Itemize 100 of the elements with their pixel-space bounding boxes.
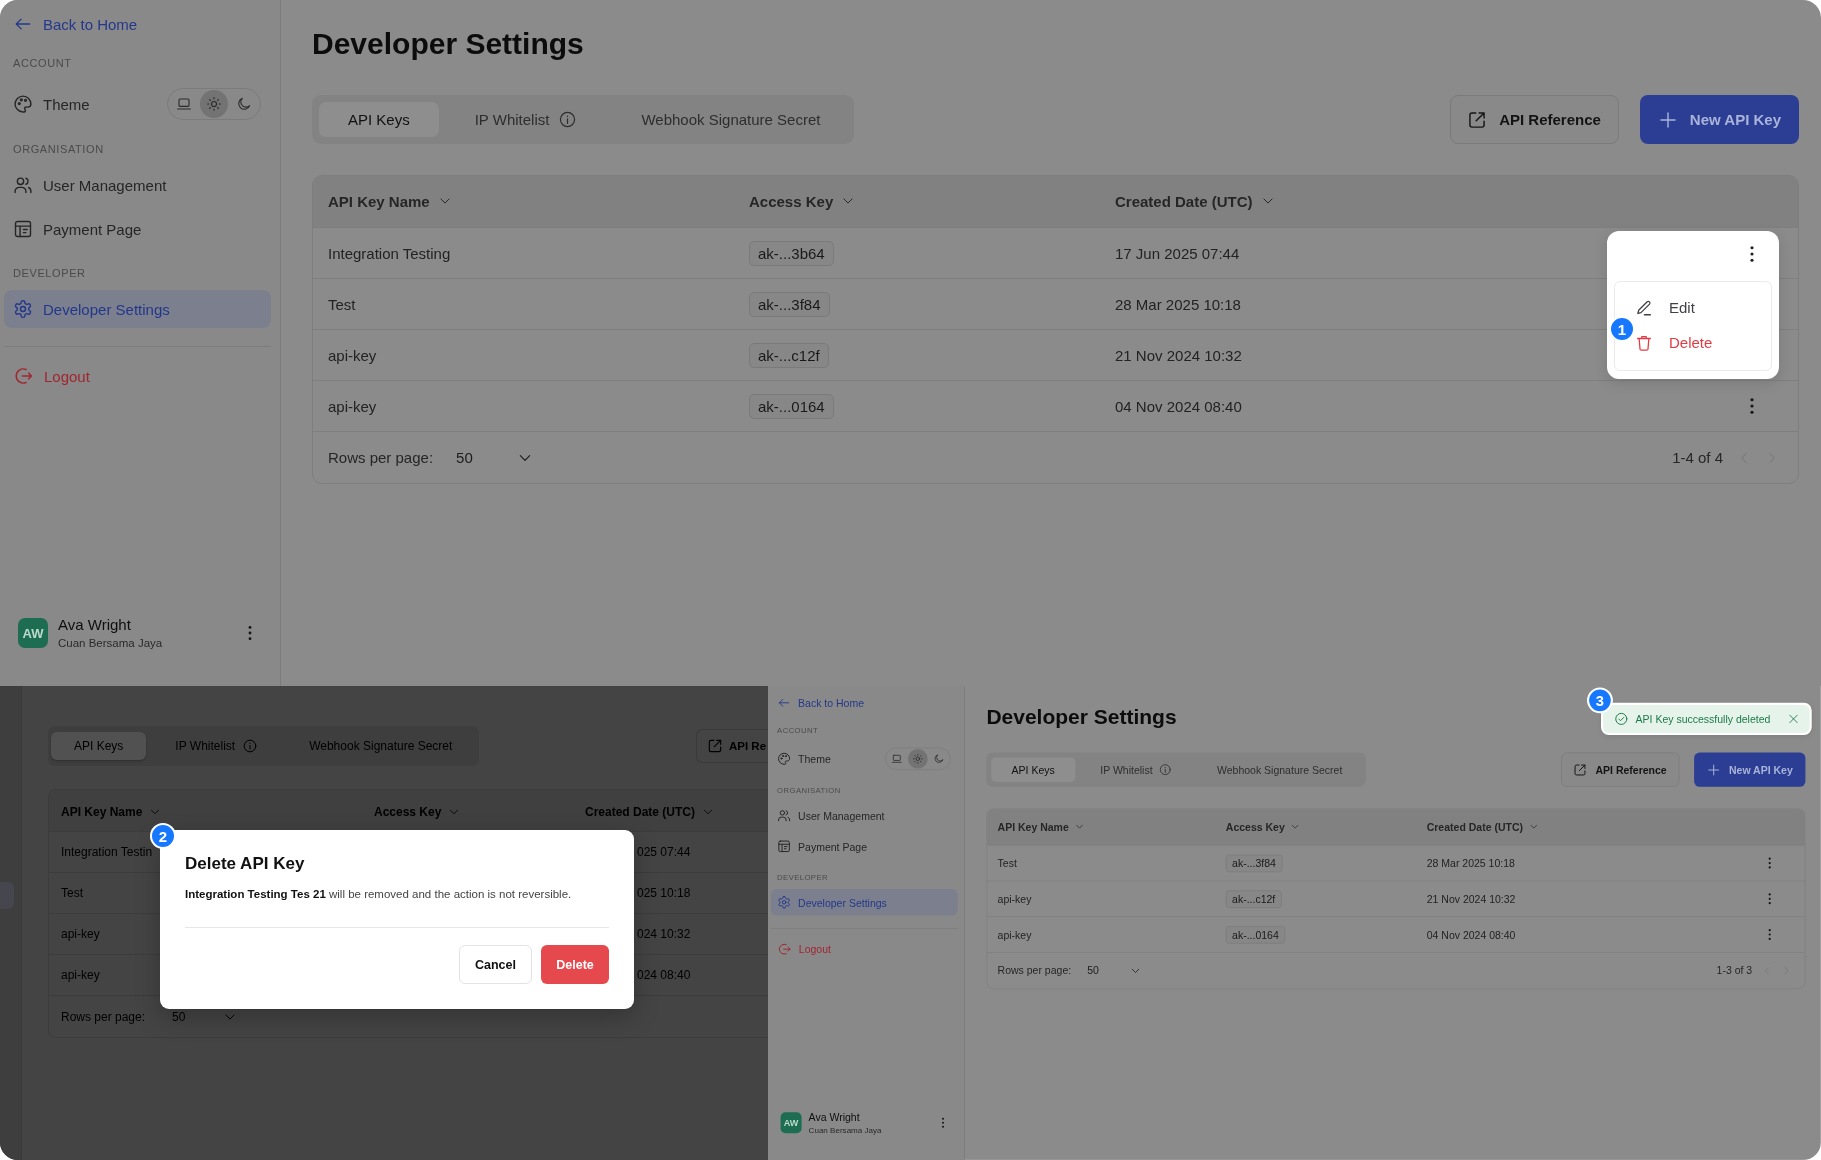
users-icon <box>13 175 33 195</box>
key-name: api-key <box>997 892 1032 905</box>
tab[interactable]: IP Whitelist <box>445 102 606 137</box>
logout-link[interactable]: Logout <box>14 357 90 395</box>
back-link[interactable]: Back to Home <box>14 10 138 38</box>
key-name: Integration Testin <box>61 845 153 859</box>
created-date: 28 Mar 2025 10:18 <box>1426 857 1515 870</box>
sun-icon <box>206 96 222 112</box>
key-name: api-key <box>328 346 377 364</box>
access-key-tag: ak-...0164 <box>1225 925 1286 944</box>
tab[interactable]: Webhook Signature Secret <box>286 732 476 760</box>
palette-icon <box>13 94 33 114</box>
new-key-button[interactable]: New API Key <box>1694 752 1806 787</box>
moon-icon <box>236 96 252 112</box>
sidebar-item[interactable]: Payment Page <box>770 833 958 860</box>
organisation-name: Cuan Bersama Jaya <box>58 636 163 650</box>
page-title: Developer Settings <box>986 703 1177 730</box>
created-date: 21 Nov 2024 10:32 <box>1426 892 1516 905</box>
rows-per-page-select[interactable]: 50 <box>456 449 533 466</box>
access-key-tag: ak-...3b64 <box>749 240 834 266</box>
page-title: Developer Settings <box>312 26 584 62</box>
plus-icon <box>1657 109 1678 130</box>
key-name: api-key <box>61 927 100 941</box>
sidebar-item[interactable]: Payment Page <box>4 210 271 248</box>
tab[interactable]: API Keys <box>319 102 439 137</box>
sidebar-item[interactable]: Developer Settings <box>770 889 958 916</box>
tab[interactable]: IP Whitelist <box>1080 757 1192 782</box>
theme-option[interactable] <box>908 749 928 769</box>
laptop-icon <box>176 96 192 112</box>
column-header[interactable]: API Key Name <box>61 804 162 819</box>
rows-per-page-label: Rows per page: <box>328 449 434 466</box>
created-date: 28 Mar 2025 10:18 <box>1115 295 1241 313</box>
key-name: api-key <box>328 397 377 415</box>
rows-per-page-select[interactable]: 50 <box>1087 964 1141 977</box>
access-key-tag: ak-...3f84 <box>1225 854 1283 872</box>
tab[interactable]: IP Whitelist <box>152 732 281 760</box>
key-name: Test <box>328 295 356 313</box>
column-header[interactable]: API Key Name <box>997 820 1085 833</box>
column-header[interactable]: Created Date (UTC) <box>1426 820 1539 833</box>
section-heading: ACCOUNT <box>13 56 72 70</box>
page-range: 1-4 of 4 <box>1672 449 1723 466</box>
access-key-tag: ak-...c12f <box>1225 890 1282 908</box>
access-key-tag: ak-...0164 <box>749 393 834 419</box>
delete-menu-item[interactable]: Delete <box>1635 325 1721 360</box>
back-link[interactable]: Back to Home <box>777 693 865 713</box>
access-key-tag: ak-...3f84 <box>749 291 830 317</box>
pencil-icon <box>1635 298 1653 317</box>
key-name: api-key <box>61 968 100 982</box>
info-icon <box>559 111 577 128</box>
tab[interactable]: Webhook Signature Secret <box>1196 757 1363 782</box>
key-name: api-key <box>997 928 1032 941</box>
access-key-tag: ak-...c12f <box>749 342 829 368</box>
column-header[interactable]: Created Date (UTC) <box>1115 192 1275 210</box>
created-date: 04 Nov 2024 08:40 <box>1426 928 1516 941</box>
theme-label: Theme <box>43 95 90 113</box>
logout-icon <box>14 366 34 386</box>
column-header[interactable]: Access Key <box>1225 820 1301 833</box>
tab[interactable]: API Keys <box>991 757 1076 782</box>
dialog-message: Integration Testing Tes 21 will be removed and the action is not reversible. <box>185 887 572 902</box>
section-heading: DEVELOPER <box>13 266 86 280</box>
new-key-button[interactable]: New API Key <box>1639 95 1799 144</box>
created-date: 04 Nov 2024 08:40 <box>1115 397 1242 415</box>
theme-label: Theme <box>798 752 831 765</box>
gear-icon <box>13 299 33 319</box>
avatar: AW <box>780 1112 802 1134</box>
created-date: 024 08:40 <box>637 968 691 982</box>
delete-button[interactable]: Delete <box>541 945 609 984</box>
sidebar-item[interactable]: User Management <box>770 802 958 829</box>
column-header[interactable]: Created Date (UTC) <box>585 804 714 819</box>
edit-menu-item[interactable]: Edit <box>1635 290 1703 325</box>
key-name: Integration Testing <box>328 244 451 262</box>
avatar: AW <box>18 618 48 648</box>
page-range: 1-3 of 3 <box>1716 964 1753 977</box>
external-link-icon <box>1467 109 1488 130</box>
reference-link-button[interactable]: API Re <box>696 729 768 763</box>
created-date: 025 10:18 <box>637 886 691 900</box>
created-date: 025 07:44 <box>637 845 691 859</box>
reference-link-button[interactable]: API Reference <box>1561 752 1680 787</box>
column-header[interactable]: Access Key <box>374 804 461 819</box>
sidebar-item[interactable]: User Management <box>4 166 271 204</box>
tab[interactable]: Webhook Signature Secret <box>612 102 850 137</box>
created-date: 21 Nov 2024 10:32 <box>1115 346 1242 364</box>
step-marker: 3 <box>1587 687 1613 714</box>
trash-icon <box>1635 333 1653 352</box>
tab[interactable]: API Keys <box>51 732 147 760</box>
key-name: Test <box>61 886 83 900</box>
sidebar-item[interactable]: Developer Settings <box>4 290 271 328</box>
info-icon <box>243 739 258 753</box>
cancel-button[interactable]: Cancel <box>459 945 532 984</box>
column-header[interactable]: Access Key <box>749 192 856 210</box>
user-name: Ava Wright <box>808 1110 860 1124</box>
theme-option[interactable] <box>200 90 228 118</box>
created-date: 024 10:32 <box>637 927 691 941</box>
key-name: Test <box>997 857 1017 870</box>
column-header[interactable]: API Key Name <box>328 192 452 210</box>
page-layout-icon <box>13 219 33 239</box>
reference-link-button[interactable]: API Reference <box>1450 95 1619 144</box>
rows-per-page-label: Rows per page: <box>997 964 1072 977</box>
organisation-name: Cuan Bersama Jaya <box>808 1124 882 1135</box>
logout-link[interactable]: Logout <box>777 935 831 963</box>
